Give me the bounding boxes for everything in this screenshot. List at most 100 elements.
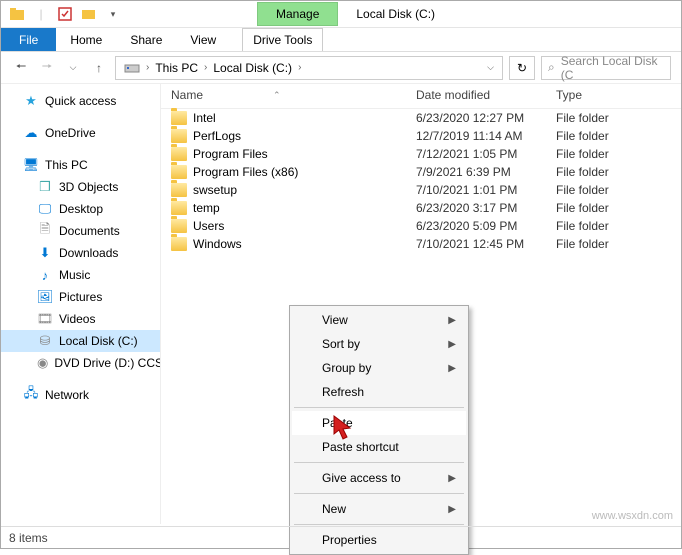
- file-date: 12/7/2019 11:14 AM: [416, 129, 556, 143]
- ctx-separator: [294, 462, 464, 463]
- nav-music[interactable]: ♪Music: [1, 264, 160, 286]
- ctx-sort-by[interactable]: Sort by▶: [292, 332, 466, 356]
- nav-network[interactable]: 🖧Network: [1, 384, 160, 406]
- tab-file[interactable]: File: [1, 28, 56, 51]
- ctx-give-access[interactable]: Give access to▶: [292, 466, 466, 490]
- chevron-right-icon: ▶: [448, 339, 456, 350]
- nav-quick-access[interactable]: ★Quick access: [1, 90, 160, 112]
- tab-view[interactable]: View: [176, 28, 230, 51]
- breadcrumb-box[interactable]: › This PC › Local Disk (C:) › ⌵: [115, 56, 503, 80]
- status-item-count: 8 items: [9, 531, 48, 545]
- file-type: File folder: [556, 129, 681, 143]
- folder-icon: [171, 183, 187, 197]
- tab-drive-tools[interactable]: Drive Tools: [242, 28, 323, 51]
- nav-dvd-drive[interactable]: ◉DVD Drive (D:) CCSA: [1, 352, 160, 374]
- chevron-right-icon: ▶: [448, 315, 456, 326]
- music-icon: ♪: [37, 267, 53, 283]
- recent-dropdown[interactable]: ⌵: [63, 58, 83, 78]
- search-box[interactable]: ⌕ Search Local Disk (C: [541, 56, 671, 80]
- table-row[interactable]: PerfLogs12/7/2019 11:14 AMFile folder: [161, 127, 681, 145]
- watermark: www.wsxdn.com: [592, 510, 673, 522]
- qat-dropdown-icon[interactable]: ▾: [105, 6, 121, 22]
- breadcrumb-drive-icon[interactable]: [120, 59, 144, 77]
- nav-3d-objects[interactable]: ❒ 3D Objects: [1, 176, 160, 198]
- status-bar: 8 items: [1, 526, 681, 548]
- breadcrumb-this-pc[interactable]: This PC: [151, 59, 202, 77]
- table-row[interactable]: Program Files (x86)7/9/2021 6:39 PMFile …: [161, 163, 681, 181]
- folder-icon: [171, 201, 187, 215]
- chevron-right-icon[interactable]: ›: [146, 62, 149, 73]
- file-type: File folder: [556, 201, 681, 215]
- nav-documents[interactable]: 🗎Documents: [1, 220, 160, 242]
- nav-label: Downloads: [59, 246, 118, 260]
- ctx-separator: [294, 493, 464, 494]
- tab-home[interactable]: Home: [56, 28, 116, 51]
- nav-label: Local Disk (C:): [59, 334, 138, 348]
- file-name: Intel: [193, 111, 216, 125]
- table-row[interactable]: swsetup7/10/2021 1:01 PMFile folder: [161, 181, 681, 199]
- table-row[interactable]: Intel6/23/2020 12:27 PMFile folder: [161, 109, 681, 127]
- nav-pictures[interactable]: 🖼Pictures: [1, 286, 160, 308]
- nav-local-disk[interactable]: ⛁ Local Disk (C:): [1, 330, 160, 352]
- chevron-right-icon[interactable]: ›: [204, 62, 207, 73]
- nav-label: Documents: [59, 224, 120, 238]
- nav-label: This PC: [45, 158, 88, 172]
- nav-downloads[interactable]: ⬇ Downloads: [1, 242, 160, 264]
- ctx-view[interactable]: View▶: [292, 308, 466, 332]
- folder-icon: [171, 129, 187, 143]
- table-row[interactable]: Users6/23/2020 5:09 PMFile folder: [161, 217, 681, 235]
- tab-share[interactable]: Share: [116, 28, 176, 51]
- chevron-right-icon: ▶: [448, 363, 456, 374]
- col-type[interactable]: Type: [556, 88, 681, 102]
- nav-label: Network: [45, 388, 89, 402]
- search-placeholder: Search Local Disk (C: [561, 54, 664, 82]
- sort-asc-icon: ⌃: [273, 90, 281, 101]
- file-name: Windows: [193, 237, 242, 251]
- properties-icon[interactable]: [57, 6, 73, 22]
- forward-button[interactable]: 🠖: [37, 58, 57, 78]
- manage-tab[interactable]: Manage: [257, 2, 338, 26]
- column-headers: Name⌃ Date modified Type: [161, 84, 681, 109]
- table-row[interactable]: temp6/23/2020 3:17 PMFile folder: [161, 199, 681, 217]
- breadcrumb-dropdown-icon[interactable]: ⌵: [487, 62, 494, 73]
- file-type: File folder: [556, 237, 681, 251]
- chevron-right-icon[interactable]: ›: [298, 62, 301, 73]
- disk-icon: ⛁: [37, 333, 53, 349]
- file-date: 7/10/2021 1:01 PM: [416, 183, 556, 197]
- ctx-new[interactable]: New▶: [292, 497, 466, 521]
- nav-desktop[interactable]: 🖵Desktop: [1, 198, 160, 220]
- file-date: 7/9/2021 6:39 PM: [416, 165, 556, 179]
- download-icon: ⬇: [37, 245, 53, 261]
- ctx-group-by[interactable]: Group by▶: [292, 356, 466, 380]
- up-button[interactable]: ↑: [89, 58, 109, 78]
- nav-videos[interactable]: 🎞Videos: [1, 308, 160, 330]
- ctx-paste-shortcut[interactable]: Paste shortcut: [292, 435, 466, 459]
- address-bar: 🠔 🠖 ⌵ ↑ › This PC › Local Disk (C:) › ⌵ …: [1, 52, 681, 84]
- col-name[interactable]: Name⌃: [171, 88, 416, 102]
- table-row[interactable]: Program Files7/12/2021 1:05 PMFile folde…: [161, 145, 681, 163]
- cube-icon: ❒: [37, 179, 53, 195]
- ctx-refresh[interactable]: Refresh: [292, 380, 466, 404]
- folder-icon: [171, 147, 187, 161]
- nav-label: Videos: [59, 312, 95, 326]
- chevron-right-icon: ▶: [448, 504, 456, 515]
- nav-this-pc[interactable]: 🖥This PC: [1, 154, 160, 176]
- dvd-icon: ◉: [37, 355, 48, 371]
- star-icon: ★: [23, 93, 39, 109]
- col-date[interactable]: Date modified: [416, 88, 556, 102]
- new-folder-icon[interactable]: [81, 6, 97, 22]
- search-icon: ⌕: [548, 60, 555, 75]
- table-row[interactable]: Windows7/10/2021 12:45 PMFile folder: [161, 235, 681, 253]
- file-type: File folder: [556, 111, 681, 125]
- ctx-paste[interactable]: Paste: [292, 411, 466, 435]
- file-type: File folder: [556, 147, 681, 161]
- refresh-button[interactable]: ↻: [509, 56, 535, 80]
- back-button[interactable]: 🠔: [11, 58, 31, 78]
- file-type: File folder: [556, 165, 681, 179]
- file-name: Program Files: [193, 147, 268, 161]
- nav-label: 3D Objects: [59, 180, 118, 194]
- context-menu: View▶ Sort by▶ Group by▶ Refresh Paste P…: [289, 305, 469, 555]
- breadcrumb-local-disk[interactable]: Local Disk (C:): [209, 59, 296, 77]
- nav-onedrive[interactable]: ☁OneDrive: [1, 122, 160, 144]
- window-title: Local Disk (C:): [338, 2, 453, 26]
